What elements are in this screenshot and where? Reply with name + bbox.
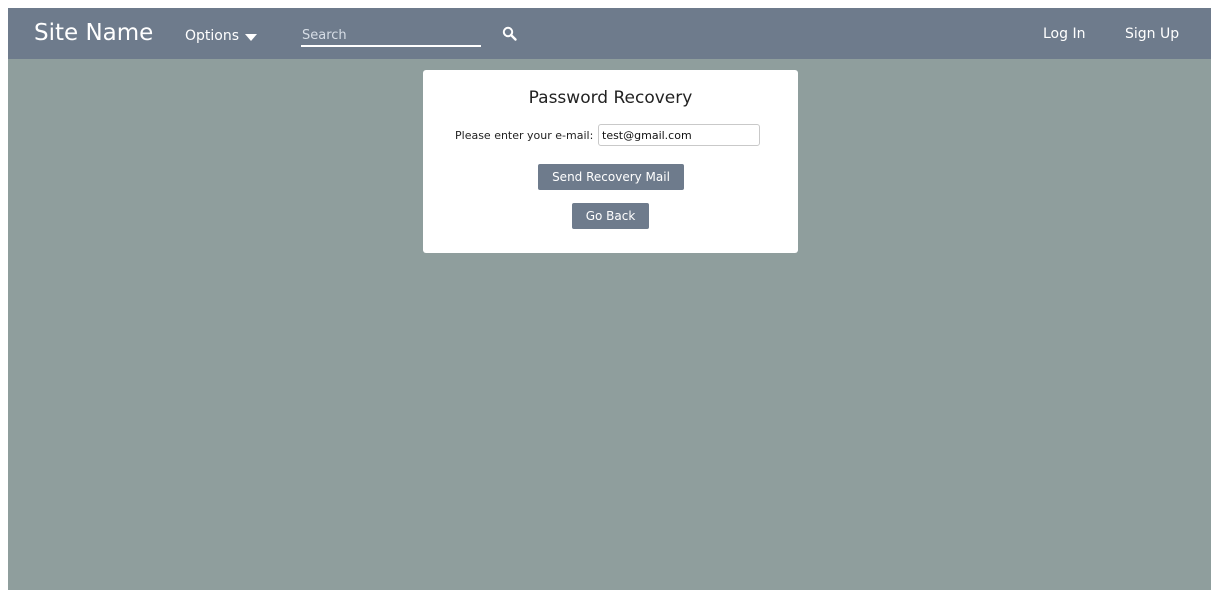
- go-back-button[interactable]: Go Back: [572, 203, 649, 229]
- email-field[interactable]: [598, 124, 760, 146]
- signup-link[interactable]: Sign Up: [1125, 26, 1179, 42]
- send-recovery-mail-button[interactable]: Send Recovery Mail: [538, 164, 684, 190]
- search-icon[interactable]: [500, 25, 520, 45]
- password-recovery-card: Password Recovery Please enter your e-ma…: [423, 70, 798, 253]
- login-link[interactable]: Log In: [1043, 26, 1085, 42]
- chevron-down-icon: [245, 33, 258, 41]
- top-navbar: Site Name Options Log In Sign Up: [8, 8, 1211, 59]
- options-label: Options: [185, 28, 240, 44]
- email-label: Please enter your e-mail:: [455, 129, 594, 142]
- page-frame: Site Name Options Log In Sign Up Passwor…: [8, 8, 1211, 590]
- options-dropdown[interactable]: Options: [185, 26, 258, 46]
- site-name-logo[interactable]: Site Name: [34, 19, 153, 47]
- card-title: Password Recovery: [528, 88, 693, 108]
- search-input[interactable]: [301, 25, 481, 47]
